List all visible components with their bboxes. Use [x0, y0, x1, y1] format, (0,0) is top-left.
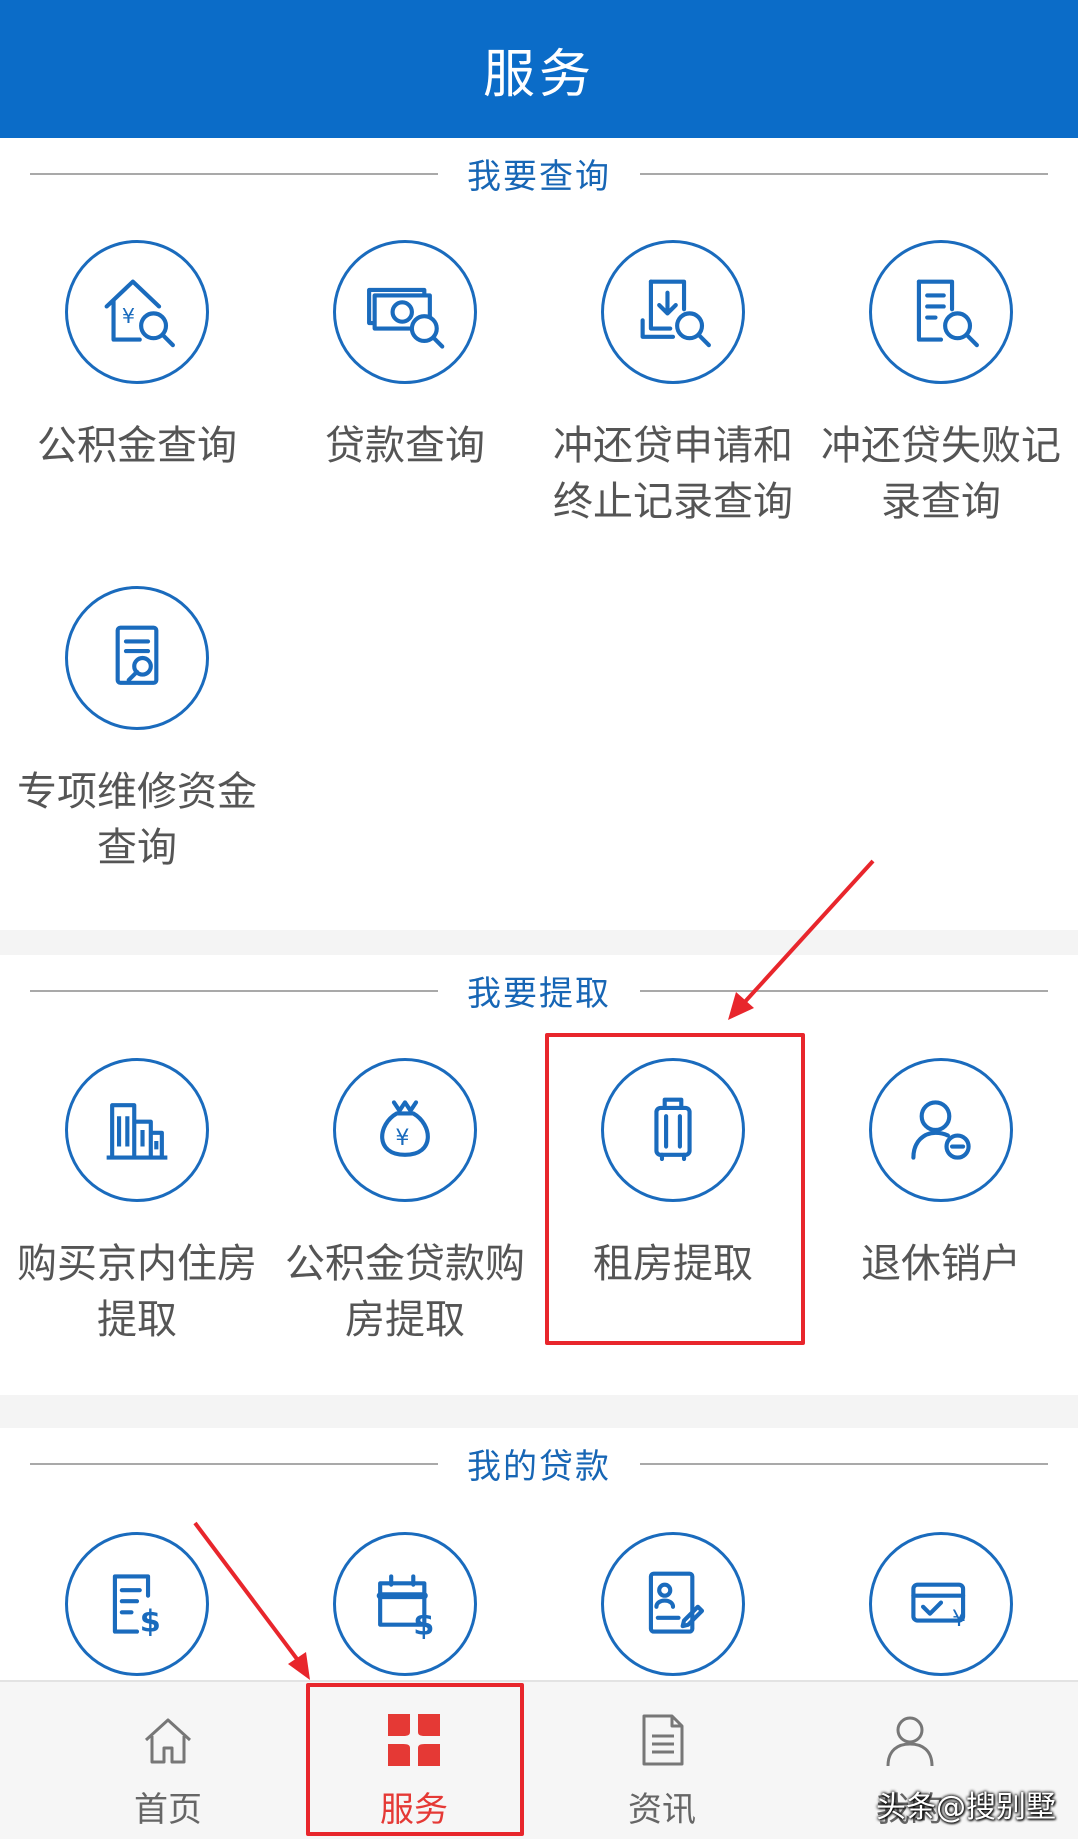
service-retire-close-account[interactable]: 退休销户 — [807, 1058, 1075, 1358]
user-minus-icon — [869, 1058, 1013, 1202]
service-loan-query[interactable]: 贷款查询 — [271, 240, 539, 540]
tab-label: 首页 — [134, 1790, 202, 1830]
service-label: 购买京内住房 提取 — [17, 1241, 257, 1343]
service-maintenance-fund-query[interactable]: 专项维修资金 查询 — [3, 586, 271, 886]
section-title-query: 我要查询 — [0, 138, 1078, 208]
service-fund-query[interactable]: ¥ 公积金查询 — [3, 240, 271, 540]
service-label: 冲还贷失败记 录查询 — [821, 423, 1061, 525]
document-search-icon — [869, 240, 1013, 384]
section-title-text: 我要查询 — [467, 156, 611, 197]
svg-text:$: $ — [413, 1607, 434, 1642]
buildings-icon — [65, 1058, 209, 1202]
highlight-box-services-tab — [306, 1683, 524, 1836]
download-doc-search-icon — [601, 240, 745, 384]
money-bag-icon: ¥ — [333, 1058, 477, 1202]
highlight-box-rent-withdraw — [545, 1033, 805, 1345]
home-icon — [144, 1718, 192, 1764]
section-title-text: 我的贷款 — [467, 1446, 611, 1487]
section-query: 我要查询 ¥ 公积金查询 贷款查询 冲还贷申请和 终止记录查询 冲还贷失败记 录… — [0, 138, 1078, 930]
tab-news[interactable]: 资讯 — [562, 1682, 762, 1839]
divider-line — [640, 990, 1048, 992]
service-loan-house-withdraw[interactable]: ¥ 公积金贷款购 房提取 — [271, 1058, 539, 1358]
service-loan-item-2[interactable]: $ — [271, 1532, 539, 1680]
section-title-text: 我要提取 — [467, 973, 611, 1014]
svg-text:¥: ¥ — [122, 304, 135, 328]
service-loan-item-3[interactable] — [539, 1532, 807, 1680]
tab-label: 资讯 — [628, 1790, 696, 1830]
section-withdraw: 我要提取 购买京内住房 提取 ¥ 公积金贷款购 房提取 租房提取 退休销户 — [0, 955, 1078, 1395]
service-label: 公积金贷款购 房提取 — [285, 1241, 525, 1343]
svg-text:¥: ¥ — [952, 1607, 966, 1632]
svg-text:$: $ — [140, 1605, 161, 1640]
cash-search-icon — [333, 240, 477, 384]
service-buy-house-withdraw[interactable]: 购买京内住房 提取 — [3, 1058, 271, 1358]
service-loan-item-1[interactable]: $ — [3, 1532, 271, 1680]
service-label: 冲还贷申请和 终止记录查询 — [553, 423, 793, 525]
section-title-withdraw: 我要提取 — [0, 955, 1078, 1025]
house-yuan-search-icon: ¥ — [65, 240, 209, 384]
divider-line — [640, 1463, 1048, 1465]
service-label: 公积金查询 — [37, 423, 237, 469]
service-repay-record-query[interactable]: 冲还贷申请和 终止记录查询 — [539, 240, 807, 540]
card-check-yuan-icon: ¥ — [869, 1532, 1013, 1676]
divider-line — [30, 990, 438, 992]
document-wrench-icon — [65, 586, 209, 730]
app-screen: 服务 我要查询 ¥ 公积金查询 贷款查询 冲还贷申请和 终止记录查询 冲还贷失败… — [0, 0, 1078, 1839]
calendar-dollar-icon: $ — [333, 1532, 477, 1676]
svg-text:¥: ¥ — [395, 1126, 409, 1151]
section-title-loan: 我的贷款 — [0, 1428, 1078, 1498]
section-loan: 我的贷款 $ $ ¥ — [0, 1428, 1078, 1680]
news-icon — [642, 1714, 684, 1766]
id-card-edit-icon — [601, 1532, 745, 1676]
service-repay-fail-query[interactable]: 冲还贷失败记 录查询 — [807, 240, 1075, 540]
page-title: 服务 — [482, 44, 595, 105]
tab-home[interactable]: 首页 — [68, 1682, 268, 1839]
page-header: 服务 — [0, 0, 1078, 138]
watermark-text: 头条@搜别墅 — [876, 1790, 1056, 1825]
divider-line — [30, 1463, 438, 1465]
service-label: 专项维修资金 查询 — [17, 769, 257, 871]
checklist-dollar-icon: $ — [65, 1532, 209, 1676]
user-icon — [886, 1716, 934, 1767]
service-loan-item-4[interactable]: ¥ — [807, 1532, 1075, 1680]
service-label: 贷款查询 — [325, 423, 485, 469]
divider-line — [640, 173, 1048, 175]
service-label: 退休销户 — [861, 1241, 1021, 1287]
divider-line — [30, 173, 438, 175]
